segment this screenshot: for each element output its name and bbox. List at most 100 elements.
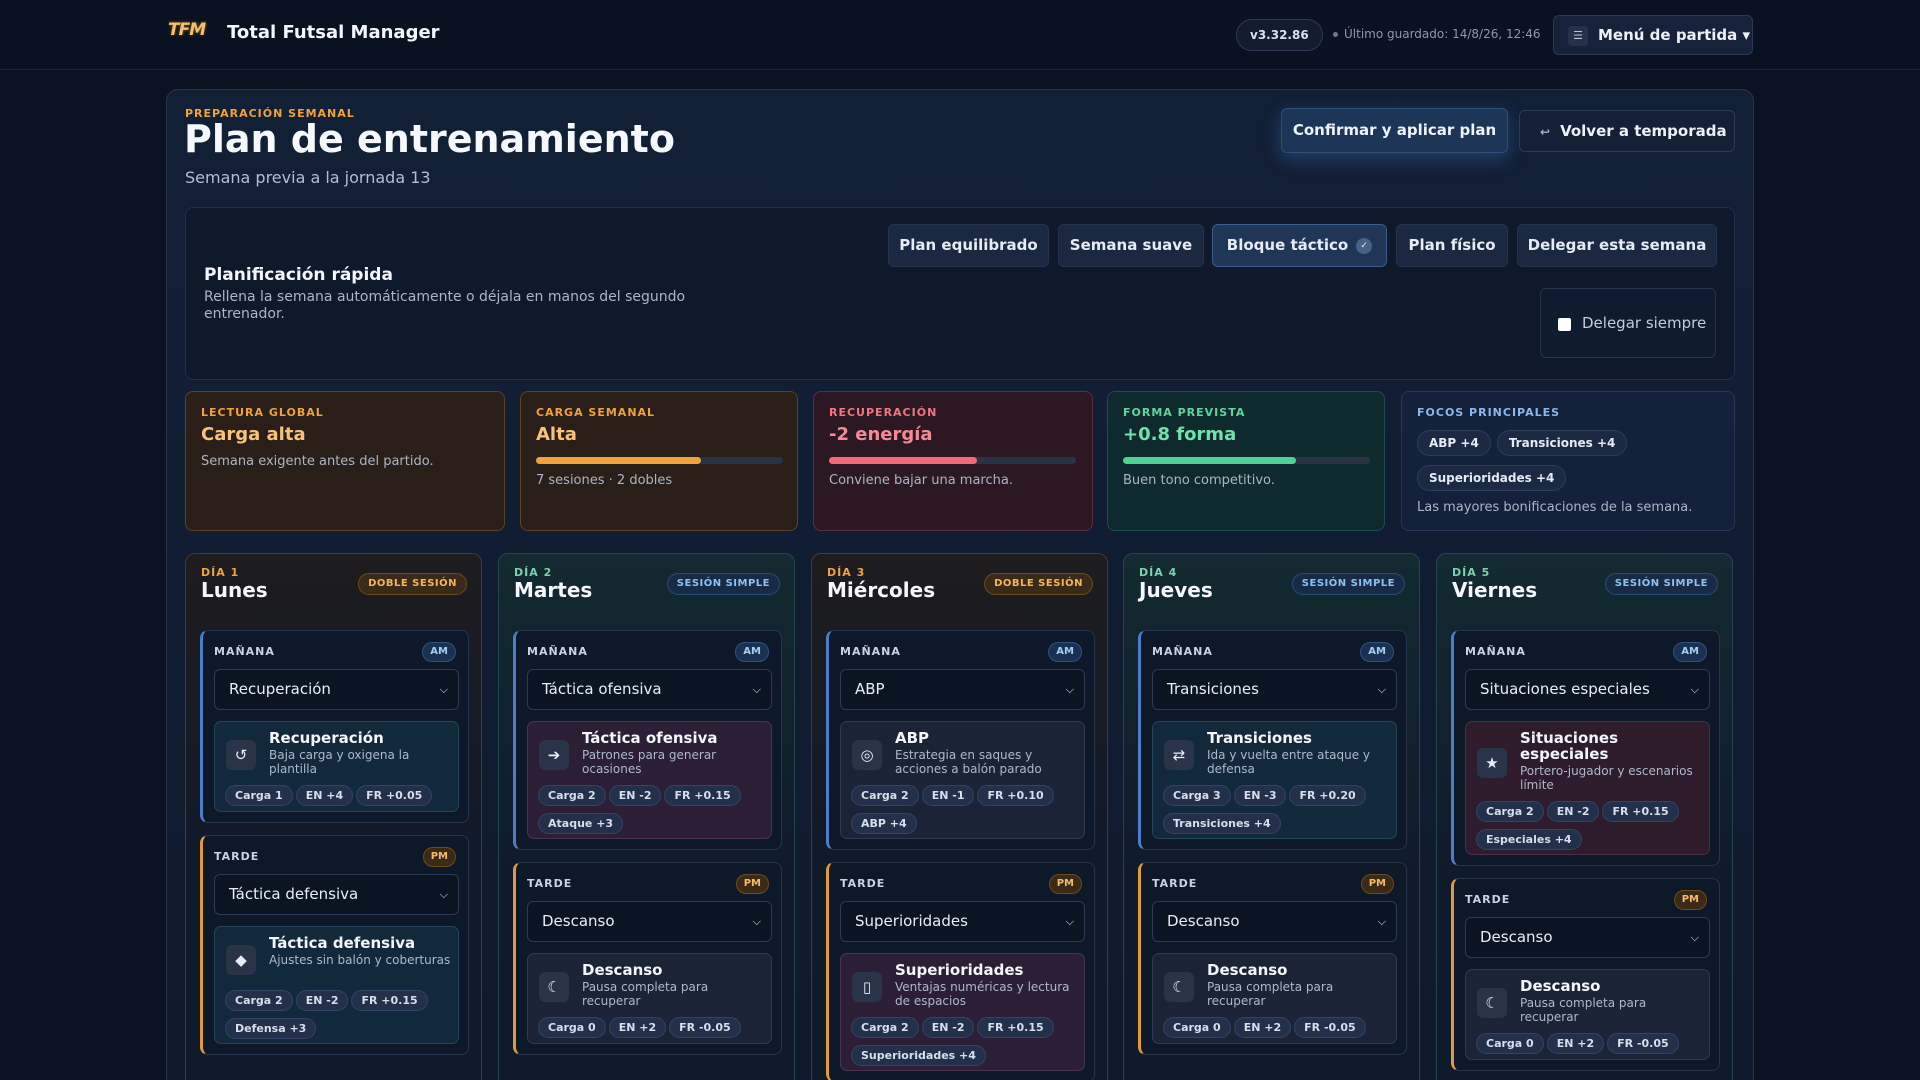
drill-effect-pill: FR +0.15 <box>351 990 428 1011</box>
session-tag: AM <box>1360 642 1394 662</box>
session-drill-select[interactable]: Descanso ⌵ <box>1152 901 1397 942</box>
session-pm: TARDE PM Táctica defensiva ⌵ ◆ Táctica de… <box>200 835 469 1055</box>
session-drill-select-value: Descanso <box>1480 928 1553 946</box>
session-drill-select-value: Superioridades <box>855 912 968 930</box>
session-drill-select[interactable]: Situaciones especiales ⌵ <box>1465 669 1710 710</box>
drill-description: Ajustes sin balón y coberturas <box>269 953 451 967</box>
drill-description: Portero-jugador y escenarios límite <box>1520 764 1693 792</box>
drill-title: Transiciones <box>1207 729 1312 747</box>
chevron-down-icon: ⌵ <box>752 683 761 696</box>
session-drill-select[interactable]: Superioridades ⌵ <box>840 901 1085 942</box>
preset-physical-button[interactable]: Plan físico <box>1396 224 1508 267</box>
drill-effect-pill: EN +2 <box>608 1017 667 1038</box>
drill-effect-pill: Carga 2 <box>1476 801 1544 822</box>
day-column: DÍA 4 Jueves SESIÓN SIMPLE MAÑANA AM Tra… <box>1123 553 1420 1080</box>
quick-planning-description: Rellena la semana automáticamente o déja… <box>204 289 686 322</box>
drill-description: Pausa completa para recuperar <box>582 980 709 1008</box>
global-reading-label: LECTURA GLOBAL <box>201 406 324 419</box>
session-drill-select[interactable]: Transiciones ⌵ <box>1152 669 1397 710</box>
drill-card: ▯ Superioridades Ventajas numéricas y le… <box>840 953 1085 1071</box>
drill-effects: Carga 0 EN +2 FR -0.05 <box>538 1016 768 1044</box>
quick-planning-title: Planificación rápida <box>204 265 393 285</box>
drill-title: Recuperación <box>269 729 384 747</box>
session-pm: TARDE PM Superioridades ⌵ ▯ Superioridade… <box>826 862 1095 1080</box>
session-drill-select[interactable]: Descanso ⌵ <box>527 901 772 942</box>
form-forecast-note: Buen tono competitivo. <box>1123 473 1275 488</box>
chevron-down-icon: ⌵ <box>1690 683 1699 696</box>
session-label: TARDE <box>214 850 260 863</box>
day-name: Martes <box>514 578 593 602</box>
drill-effect-pill: EN -2 <box>295 990 349 1011</box>
session-drill-select[interactable]: ABP ⌵ <box>840 669 1085 710</box>
session-drill-select[interactable]: Táctica defensiva ⌵ <box>214 874 459 915</box>
day-column: DÍA 1 Lunes DOBLE SESIÓN MAÑANA AM Recup… <box>185 553 482 1080</box>
form-forecast-label: FORMA PREVISTA <box>1123 406 1246 419</box>
drill-icon: ↺ <box>226 740 256 770</box>
session-drill-select[interactable]: Táctica ofensiva ⌵ <box>527 669 772 710</box>
session-drill-select[interactable]: Descanso ⌵ <box>1465 917 1710 958</box>
drill-effects: Carga 2 EN -2 FR +0.15 Defensa +3 <box>225 989 455 1045</box>
drill-icon: ☾ <box>1477 988 1507 1018</box>
weekly-load-bar <box>536 457 783 464</box>
preset-delegate-button[interactable]: Delegar esta semana <box>1517 224 1717 267</box>
preset-tactical-button[interactable]: Bloque táctico ✓ <box>1212 224 1387 267</box>
recovery-value: -2 energía <box>829 424 933 445</box>
chevron-down-icon: ⌵ <box>1377 915 1386 928</box>
drill-effect-pill: ABP +4 <box>851 813 917 834</box>
session-drill-select-value: Descanso <box>542 912 615 930</box>
drill-card: ★ Situaciones especiales Portero-jugador… <box>1465 721 1710 855</box>
drill-effects: Carga 2 EN -2 FR +0.15 Ataque +3 <box>538 784 768 840</box>
drill-effect-pill: EN -3 <box>1233 785 1287 806</box>
delegate-always-checkbox[interactable] <box>1558 318 1571 331</box>
drill-icon: ☾ <box>539 972 569 1002</box>
drill-effect-pill: EN -2 <box>608 785 662 806</box>
app-title: Total Futsal Manager <box>227 22 440 43</box>
global-reading-value: Carga alta <box>201 424 306 445</box>
weekly-load-label: CARGA SEMANAL <box>536 406 656 419</box>
drill-icon: ▯ <box>852 972 882 1002</box>
drill-title: Superioridades <box>895 961 1024 979</box>
main-focus-label: FOCOS PRINCIPALES <box>1417 406 1561 419</box>
session-tag: PM <box>1673 890 1707 910</box>
back-to-season-button[interactable]: ↩ Volver a temporada <box>1519 110 1735 152</box>
weekly-load-card: CARGA SEMANAL Alta 7 sesiones · 2 dobles <box>520 391 798 531</box>
form-forecast-value: +0.8 forma <box>1123 424 1237 445</box>
drill-effect-pill: Carga 2 <box>538 785 606 806</box>
focus-chips-row-2: Superioridades +4 <box>1417 465 1727 491</box>
day-column: DÍA 3 Miércoles DOBLE SESIÓN MAÑANA AM A… <box>811 553 1108 1080</box>
session-pm: TARDE PM Descanso ⌵ ☾ Descanso Pausa comp… <box>1451 878 1720 1071</box>
drill-effect-pill: Carga 0 <box>1476 1033 1544 1054</box>
delegate-always-toggle[interactable]: Delegar siempre <box>1540 288 1716 358</box>
chevron-down-icon: ⌵ <box>1065 683 1074 696</box>
session-label: TARDE <box>1152 877 1198 890</box>
preset-balanced-button[interactable]: Plan equilibrado <box>888 224 1049 267</box>
drill-card: ◆ Táctica defensiva Ajustes sin balón y … <box>214 926 459 1044</box>
chevron-down-icon: ⌵ <box>1377 683 1386 696</box>
drill-effect-pill: EN +2 <box>1233 1017 1292 1038</box>
session-drill-select[interactable]: Recuperación ⌵ <box>214 669 459 710</box>
drill-effect-pill: EN +4 <box>295 785 354 806</box>
drill-effects: Carga 3 EN -3 FR +0.20 Transiciones +4 <box>1163 784 1393 840</box>
drill-title: Descanso <box>1520 977 1601 995</box>
session-am: MAÑANA AM Situaciones especiales ⌵ ★ Situ… <box>1451 630 1720 866</box>
recovery-fill <box>829 457 978 464</box>
confirm-plan-button[interactable]: Confirmar y aplicar plan <box>1281 108 1508 153</box>
drill-card: ☾ Descanso Pausa completa para recuperar… <box>527 953 772 1044</box>
session-tag: PM <box>1360 874 1394 894</box>
session-label: MAÑANA <box>1152 645 1213 658</box>
drill-effect-pill: Carga 0 <box>1163 1017 1231 1038</box>
weekly-load-fill <box>536 457 702 464</box>
session-type-badge: SESIÓN SIMPLE <box>666 573 780 595</box>
session-drill-select-value: Táctica defensiva <box>229 885 359 903</box>
focus-chip: Superioridades +4 <box>1417 465 1567 491</box>
match-menu-button[interactable]: ☰ Menú de partida ▾ <box>1553 15 1753 55</box>
app-logo: TFM <box>168 20 206 40</box>
drill-description: Pausa completa para recuperar <box>1207 980 1334 1008</box>
preset-soft-button[interactable]: Semana suave <box>1058 224 1204 267</box>
day-name: Miércoles <box>827 578 936 602</box>
weekly-load-note: 7 sesiones · 2 dobles <box>536 473 673 488</box>
drill-effect-pill: Superioridades +4 <box>851 1045 986 1066</box>
form-forecast-fill <box>1123 457 1296 464</box>
drill-icon: ☾ <box>1164 972 1194 1002</box>
recovery-label: RECUPERACIÓN <box>829 406 938 419</box>
